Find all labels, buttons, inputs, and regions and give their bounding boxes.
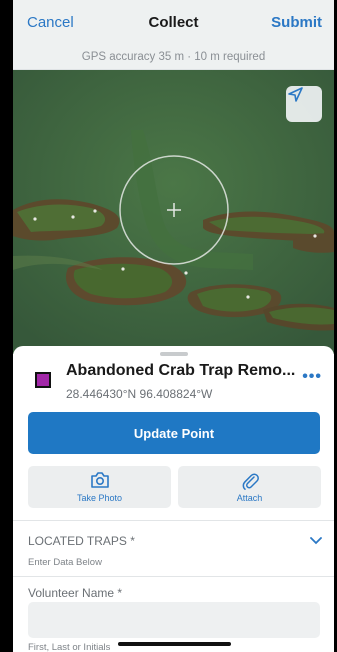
paperclip-icon	[242, 473, 259, 490]
gps-accuracy-banner: GPS accuracy 35 m · 10 m required	[13, 44, 334, 70]
located-traps-hint: Enter Data Below	[28, 557, 102, 568]
located-traps-label: LOCATED TRAPS *	[28, 534, 135, 548]
camera-icon	[90, 472, 109, 488]
section-divider	[13, 520, 334, 521]
feature-symbol-icon	[35, 372, 51, 388]
location-arrow-icon	[288, 87, 303, 102]
attach-label: Attach	[236, 493, 263, 503]
take-photo-label: Take Photo	[76, 493, 123, 503]
locate-me-button[interactable]	[286, 86, 322, 122]
submit-button[interactable]: Submit	[271, 14, 322, 31]
map-view[interactable]	[13, 70, 334, 354]
volunteer-name-input[interactable]	[28, 602, 320, 638]
feature-sheet: Abandoned Crab Trap Remo... 28.446430°N …	[13, 346, 334, 652]
home-indicator[interactable]	[118, 642, 231, 646]
field-divider	[13, 576, 334, 577]
update-point-button[interactable]: Update Point	[28, 412, 320, 454]
volunteer-name-label: Volunteer Name *	[28, 586, 123, 600]
feature-coordinates: 28.446430°N 96.408824°W	[66, 387, 213, 401]
navigation-bar: Cancel Collect Submit	[13, 0, 334, 44]
feature-title: Abandoned Crab Trap Remo...	[66, 362, 296, 379]
chevron-down-icon[interactable]	[310, 532, 322, 550]
take-photo-button[interactable]: Take Photo	[28, 466, 171, 508]
attach-button[interactable]: Attach	[178, 466, 321, 508]
volunteer-name-hint: First, Last or Initials	[28, 642, 111, 652]
sheet-grabber[interactable]	[160, 352, 188, 356]
more-options-button[interactable]: •••	[302, 368, 322, 386]
app-screen: Cancel Collect Submit GPS accuracy 35 m …	[13, 0, 334, 652]
